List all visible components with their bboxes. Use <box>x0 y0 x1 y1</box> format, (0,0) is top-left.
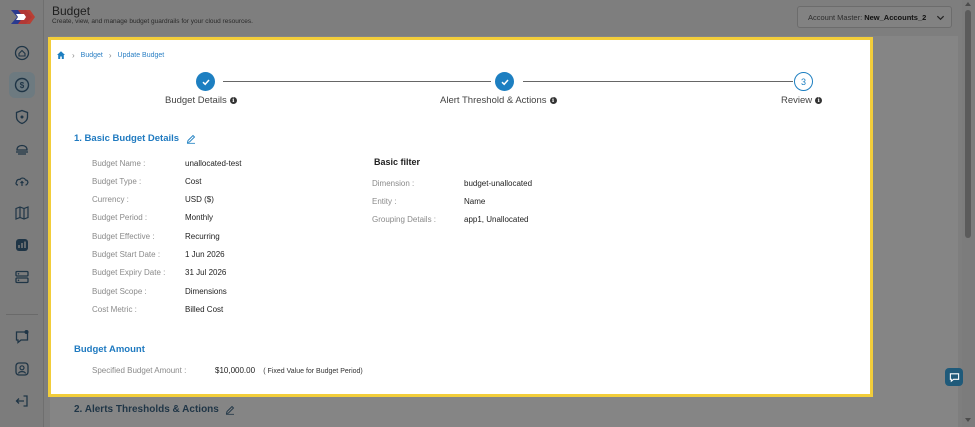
scroll-down-arrow[interactable] <box>965 418 971 422</box>
field-label: Budget Type : <box>92 177 142 186</box>
logout-icon[interactable] <box>9 388 35 414</box>
field-value: Recurring <box>185 232 220 241</box>
field-label: Budget Name : <box>92 159 146 168</box>
message-icon <box>949 372 959 382</box>
scroll-thumb[interactable] <box>965 10 971 238</box>
review-panel: › Budget › Update Budget 3 Budget Detail… <box>48 37 873 397</box>
app-logo[interactable] <box>8 7 36 27</box>
filter-value: Name <box>464 197 486 206</box>
filter-value: app1, Unallocated <box>464 215 529 224</box>
edit-pencil-icon[interactable] <box>186 134 196 144</box>
filter-label: Dimension : <box>372 179 415 188</box>
cloud-upload-icon[interactable] <box>9 168 35 194</box>
field-value: Cost <box>185 177 202 186</box>
account-master-select[interactable]: Account Master: New_Accounts_2 <box>797 6 952 28</box>
chat-icon[interactable] <box>9 324 35 350</box>
svg-text:$: $ <box>20 81 25 90</box>
checkmark-icon <box>500 79 509 85</box>
field-label: Currency : <box>92 195 129 204</box>
budget-amount-label: Specified Budget Amount : <box>92 366 187 375</box>
section-basic-budget-details: 1. Basic Budget Details <box>74 133 196 144</box>
field-value: Billed Cost <box>185 305 224 314</box>
step-1-label: Budget Details i <box>165 95 237 106</box>
info-icon[interactable]: i <box>815 97 823 104</box>
user-icon[interactable] <box>9 356 35 382</box>
section-title: 1. Basic Budget Details <box>74 133 180 144</box>
section-budget-amount: Budget Amount <box>74 344 145 355</box>
field-label: Budget Effective : <box>92 232 155 241</box>
section-alerts-thresholds: 2. Alerts Thresholds & Actions <box>74 404 235 415</box>
info-icon[interactable]: i <box>549 97 557 104</box>
stepper-connector <box>523 81 793 82</box>
step-3-label: Review i <box>781 95 823 106</box>
home-nav-icon[interactable] <box>9 40 35 66</box>
stepper-connector <box>223 81 491 82</box>
field-value: USD ($) <box>185 195 214 204</box>
section-alerts-title: 2. Alerts Thresholds & Actions <box>74 404 219 415</box>
checkmark-icon <box>201 79 210 85</box>
edit-pencil-icon[interactable] <box>225 405 235 415</box>
breadcrumb-budget-link[interactable]: Budget <box>81 52 103 59</box>
filter-value: budget-unallocated <box>464 179 533 188</box>
page-subtitle: Create, view, and manage budget guardrai… <box>52 18 253 25</box>
field-label: Budget Start Date : <box>92 250 161 259</box>
sidebar: $ <box>0 0 44 427</box>
budget-amount-note: ( Fixed Value for Budget Period) <box>263 368 363 375</box>
step-1-text: Budget Details <box>165 95 227 106</box>
field-label: Budget Expiry Date : <box>92 268 166 277</box>
field-label: Cost Metric : <box>92 305 137 314</box>
field-value: Dimensions <box>185 287 227 296</box>
step-3-circle[interactable]: 3 <box>794 72 813 91</box>
step-1-circle[interactable] <box>196 72 215 91</box>
field-value: 1 Jun 2026 <box>185 250 225 259</box>
step-2-label: Alert Threshold & Actions i <box>440 95 557 106</box>
account-master-value: New_Accounts_2 <box>864 12 927 22</box>
step-2-text: Alert Threshold & Actions <box>440 95 547 106</box>
budget-amount-value: $10,000.00 ( Fixed Value for Budget Peri… <box>215 366 363 375</box>
map-icon[interactable] <box>9 200 35 226</box>
scroll-up-arrow[interactable] <box>965 2 971 6</box>
page-scrollbar[interactable] <box>962 0 975 427</box>
budget-amount-number: $10,000.00 <box>215 366 256 375</box>
breadcrumb: › Budget › Update Budget <box>56 50 164 60</box>
cloud-stack-icon[interactable] <box>9 136 35 162</box>
filter-label: Grouping Details : <box>372 215 437 224</box>
breadcrumb-separator: › <box>72 50 75 60</box>
info-icon[interactable]: i <box>229 97 237 104</box>
step-2-circle[interactable] <box>495 72 514 91</box>
field-value: 31 Jul 2026 <box>185 268 227 277</box>
field-label: Budget Period : <box>92 213 148 222</box>
account-master-label: Account Master: <box>808 12 863 22</box>
breadcrumb-separator: › <box>108 50 112 60</box>
field-value: unallocated-test <box>185 159 242 168</box>
budget-amount-title: Budget Amount <box>74 344 145 355</box>
sidebar-divider <box>6 314 38 315</box>
shield-icon[interactable] <box>9 104 35 130</box>
support-chat-button[interactable] <box>945 368 963 386</box>
step-3-text: Review <box>781 95 813 106</box>
breadcrumb-update-budget-link[interactable]: Update Budget <box>118 52 165 59</box>
home-icon[interactable] <box>56 50 66 60</box>
field-value: Monthly <box>185 213 214 222</box>
page-header: Budget Create, view, and manage budget g… <box>44 0 975 36</box>
page-title: Budget <box>52 4 91 18</box>
chart-icon[interactable] <box>9 232 35 258</box>
basic-filter-title: Basic filter <box>374 157 421 167</box>
filter-label: Entity : <box>372 197 397 206</box>
chevron-down-icon <box>936 15 945 21</box>
field-label: Budget Scope : <box>92 287 147 296</box>
server-icon[interactable] <box>9 264 35 290</box>
budget-dollar-icon[interactable]: $ <box>9 72 35 98</box>
